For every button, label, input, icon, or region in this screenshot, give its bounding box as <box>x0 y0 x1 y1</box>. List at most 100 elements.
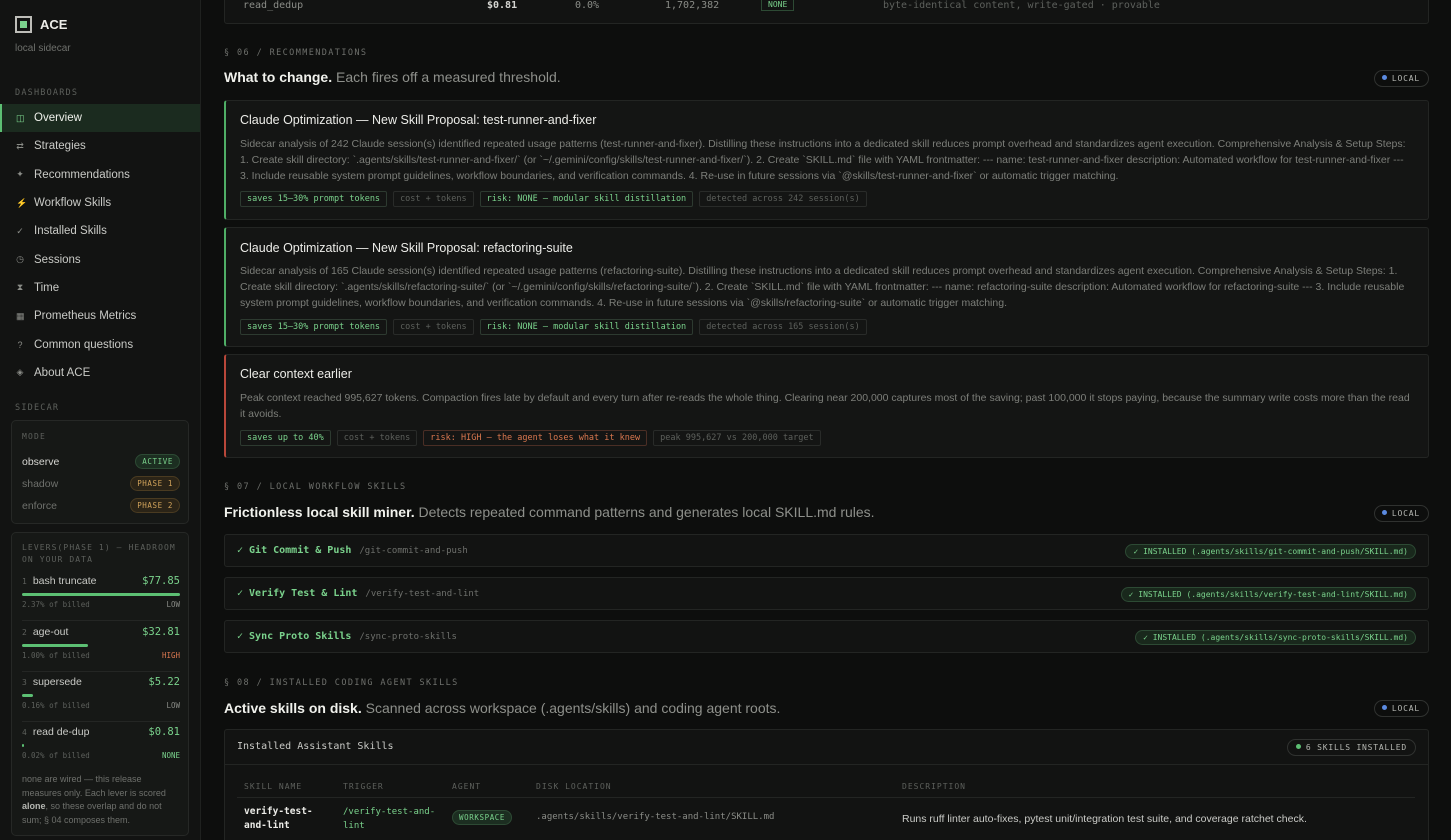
skills-count-badge: 6 SKILLS INSTALLED <box>1286 739 1416 756</box>
tag: risk: HIGH — the agent loses what it kne… <box>423 430 648 446</box>
recommendation-title: Clear context earlier <box>240 367 352 381</box>
section-label: § 07 / LOCAL WORKFLOW SKILLS <box>224 482 407 492</box>
lever-percent: 1.00% of billed <box>22 651 90 660</box>
grid-icon: ◫ <box>16 112 25 123</box>
lever-name: 4 read de-dup <box>22 726 90 738</box>
severity-label: LOW <box>166 701 180 710</box>
dashboards-label: DASHBOARDS <box>15 88 79 98</box>
column-header: TRIGGER <box>343 782 384 791</box>
mode-panel: MODE observe ACTIVE shadow PHASE 1 enfor… <box>11 420 189 524</box>
tag: saves 15–30% prompt tokens <box>240 191 388 207</box>
main-content: read_dedup $0.81 0.0% 1,702,382 NONE byt… <box>201 0 1451 840</box>
tag: detected across 165 session(s) <box>699 319 867 335</box>
installed-skills-table: Installed Assistant Skills 6 SKILLS INST… <box>224 729 1429 840</box>
levers-title: LEVERS(PHASE 1) — HEADROOM ON YOUR DATA <box>22 543 176 564</box>
recommendation-tags: saves up to 40% cost + tokens risk: HIGH… <box>240 430 821 446</box>
lever-item[interactable]: 2 age-out $32.81 1.00% of billed HIGH <box>22 626 180 660</box>
skill-description: Runs ruff linter auto-fixes, pytest unit… <box>902 813 1307 825</box>
mode-row-enforce[interactable]: enforce PHASE 2 <box>22 498 180 513</box>
sidebar-item-label: Overview <box>34 112 82 125</box>
bar-chart-icon: ▦ <box>16 310 25 321</box>
sidebar-item-label: Recommendations <box>34 168 130 181</box>
lever-value: $0.81 <box>148 726 180 738</box>
section-label: § 06 / RECOMMENDATIONS <box>224 48 368 58</box>
lever-progress-bar <box>22 593 180 596</box>
workflow-skill-row[interactable]: ✓ Verify Test & Lint/verify-test-and-lin… <box>224 577 1429 610</box>
workflow-skill-row[interactable]: ✓ Sync Proto Skills/sync-proto-skills ✓ … <box>224 620 1429 653</box>
lever-name: 3 supersede <box>22 676 82 688</box>
recommendation-card[interactable]: Claude Optimization — New Skill Proposal… <box>224 227 1429 347</box>
sidebar-item-label: Prometheus Metrics <box>34 310 137 323</box>
sparkle-icon: ✦ <box>16 169 24 180</box>
recommendation-body: Peak context reached 995,627 tokens. Com… <box>240 392 1410 421</box>
recommendation-tags: saves 15–30% prompt tokens cost + tokens… <box>240 191 867 207</box>
column-header: SKILL NAME <box>244 782 303 791</box>
lever-item[interactable]: 1 bash truncate $77.85 2.37% of billed LOW <box>22 575 180 609</box>
status-badge: NONE <box>761 0 795 11</box>
installed-badge: ✓ INSTALLED (.agents/skills/git-commit-a… <box>1125 544 1416 559</box>
brand-subtitle: local sidecar <box>15 43 71 54</box>
recommendation-title: Claude Optimization — New Skill Proposal… <box>240 241 573 255</box>
brand[interactable]: ACE <box>15 16 67 33</box>
skill-name: ✓ Verify Test & Lint <box>237 588 358 599</box>
sidebar-item-sessions[interactable]: ◷ Sessions <box>0 245 200 273</box>
lever-item[interactable]: 3 supersede $5.22 0.16% of billed LOW <box>22 676 180 710</box>
lever-progress-bar <box>22 744 180 747</box>
tag: cost + tokens <box>336 430 418 446</box>
lever-percent: 0.16% of billed <box>22 701 90 710</box>
status-badge: ACTIVE <box>135 454 180 469</box>
sidebar-item-strategies[interactable]: ⇄ Strategies <box>0 132 200 160</box>
mode-row-shadow[interactable]: shadow PHASE 1 <box>22 476 180 491</box>
severity-label: NONE <box>161 751 180 760</box>
sidebar-item-about-ace[interactable]: ◈ About ACE <box>0 359 200 387</box>
arrows-icon: ⇄ <box>16 140 24 151</box>
sidebar-item-prometheus-metrics[interactable]: ▦ Prometheus Metrics <box>0 302 200 330</box>
table-title: Installed Assistant Skills <box>237 741 394 752</box>
tag: saves up to 40% <box>240 430 331 446</box>
skill-name: verify-test-and-lint <box>244 806 313 831</box>
table-row: read_dedup $0.81 0.0% 1,702,382 NONE byt… <box>224 0 1429 24</box>
sidebar-nav: ◫ Overview ⇄ Strategies ✦ Recommendations ⚡ Wor… <box>0 104 200 387</box>
mode-row-observe[interactable]: observe ACTIVE <box>22 454 180 469</box>
tag: peak 995,627 vs 200,000 target <box>653 430 821 446</box>
local-badge: LOCAL <box>1373 505 1429 522</box>
lever-percent: 0.02% of billed <box>22 751 90 760</box>
lever-name: 2 age-out <box>22 626 69 638</box>
sidebar-item-overview[interactable]: ◫ Overview <box>0 104 200 133</box>
tag: cost + tokens <box>393 191 474 207</box>
section-title: Frictionless local skill miner. Detects … <box>224 504 875 520</box>
column-header: DISK LOCATION <box>536 782 612 791</box>
sidebar-item-time[interactable]: ⧗ Time <box>0 274 200 302</box>
skill-command: /sync-proto-skills <box>359 632 457 642</box>
sidebar-item-label: About ACE <box>34 366 91 379</box>
sidebar-item-workflow-skills[interactable]: ⚡ Workflow Skills <box>0 189 200 217</box>
sidebar-item-label: Sessions <box>34 253 81 266</box>
sidebar-item-label: Workflow Skills <box>34 197 112 210</box>
diamond-icon: ◈ <box>16 367 24 378</box>
section-label: § 08 / INSTALLED CODING AGENT SKILLS <box>224 678 459 688</box>
skill-name: ✓ Git Commit & Push <box>237 545 352 556</box>
brand-title: ACE <box>40 17 68 32</box>
sidebar-item-label: Strategies <box>34 140 86 153</box>
severity-label: HIGH <box>161 651 180 660</box>
recommendation-card[interactable]: Claude Optimization — New Skill Proposal… <box>224 100 1429 220</box>
recommendation-body: Sidecar analysis of 165 Claude session(s… <box>240 265 1405 310</box>
installed-badge: ✓ INSTALLED (.agents/skills/verify-test-… <box>1120 587 1416 602</box>
sidebar-item-recommendations[interactable]: ✦ Recommendations <box>0 161 200 189</box>
question-icon: ? <box>17 339 23 350</box>
lightning-icon: ⚡ <box>16 197 28 208</box>
sidebar-item-installed-skills[interactable]: ✓ Installed Skills <box>0 217 200 245</box>
workflow-skill-row[interactable]: ✓ Git Commit & Push/git-commit-and-push … <box>224 534 1429 567</box>
local-badge: LOCAL <box>1373 70 1429 87</box>
severity-label: LOW <box>166 600 180 609</box>
recommendation-card[interactable]: Clear context earlier Peak context reach… <box>224 354 1429 458</box>
sidebar-item-label: Time <box>34 281 60 294</box>
sidebar-item-label: Common questions <box>34 338 134 351</box>
sidebar-item-common-questions[interactable]: ? Common questions <box>0 330 200 358</box>
installed-badge: ✓ INSTALLED (.agents/skills/sync-proto-s… <box>1135 630 1416 645</box>
tag: risk: NONE — modular skill distillation <box>479 319 694 335</box>
ace-logo-icon <box>15 16 32 33</box>
local-badge: LOCAL <box>1373 700 1429 717</box>
lever-item[interactable]: 4 read de-dup $0.81 0.02% of billed NONE <box>22 726 180 760</box>
section-title: Active skills on disk. Scanned across wo… <box>224 700 781 716</box>
